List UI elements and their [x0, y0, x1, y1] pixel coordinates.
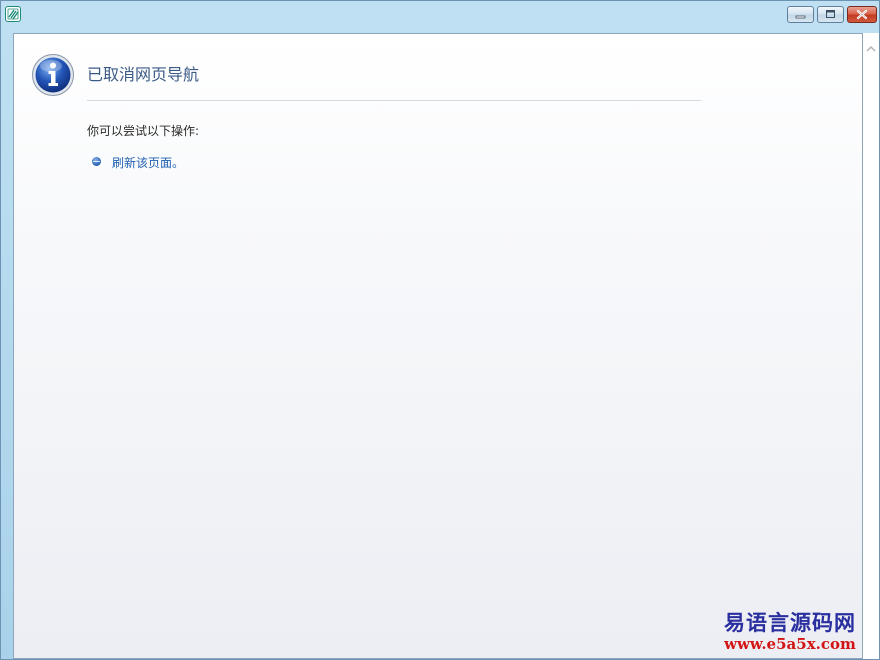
suggestion-intro: 你可以尝试以下操作: — [87, 124, 200, 138]
refresh-page-link[interactable]: 刷新该页面。 — [112, 154, 184, 171]
maximize-button[interactable] — [817, 6, 844, 23]
browser-window: 已取消网页导航 你可以尝试以下操作: 刷新该页面。 易语言源码网 www.e5a… — [0, 0, 880, 660]
app-icon[interactable] — [5, 6, 21, 22]
title-bar[interactable] — [1, 1, 879, 31]
watermark-url: www.e5a5x.com — [724, 635, 856, 653]
close-button[interactable] — [847, 6, 877, 23]
watermark-name: 易语言源码网 — [724, 610, 856, 635]
scroll-up-icon[interactable] — [866, 45, 876, 53]
page-title: 已取消网页导航 — [87, 65, 200, 84]
divider — [87, 100, 701, 101]
vertical-scrollbar[interactable] — [863, 33, 879, 659]
close-icon — [856, 9, 868, 20]
minimize-button[interactable] — [787, 6, 814, 23]
minimize-icon — [795, 15, 806, 19]
maximize-icon — [826, 10, 835, 18]
info-icon — [32, 54, 74, 96]
bullet-icon — [92, 157, 101, 166]
watermark: 易语言源码网 www.e5a5x.com — [715, 610, 865, 654]
